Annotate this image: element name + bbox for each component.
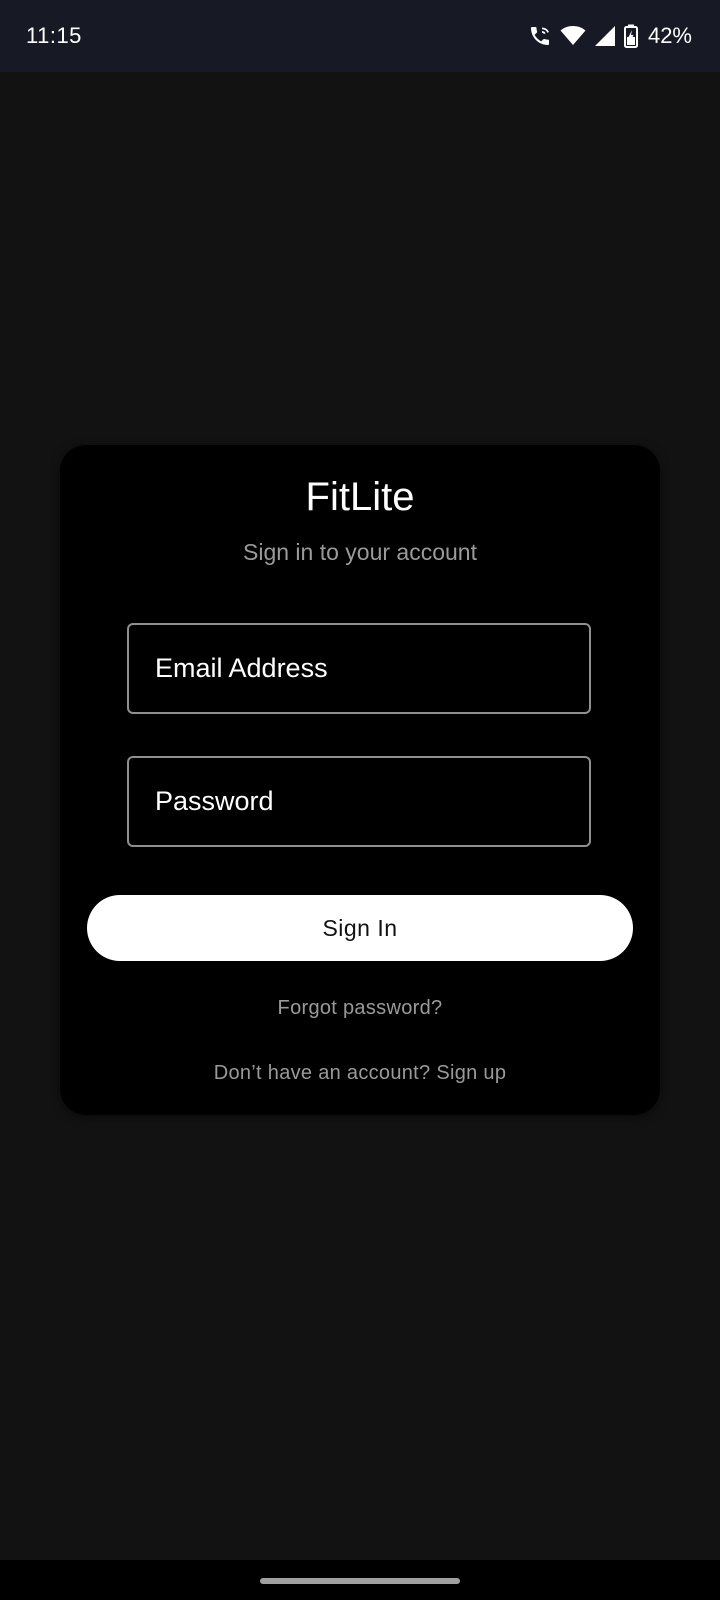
status-icons: 42% [528, 23, 692, 49]
wifi-icon [560, 24, 586, 48]
forgot-password-link[interactable]: Forgot password? [60, 997, 660, 1020]
sign-up-link[interactable]: Sign up [436, 1062, 506, 1084]
login-card: FitLite Sign in to your account Sign In … [60, 445, 660, 1115]
sign-in-button[interactable]: Sign In [87, 895, 633, 961]
no-account-text: Don’t have an account? [213, 1062, 431, 1084]
password-input[interactable] [155, 786, 589, 817]
status-time: 11:15 [26, 23, 82, 48]
battery-charging-icon [623, 24, 638, 48]
email-field[interactable] [127, 623, 591, 714]
status-bar: 11:15 42% [0, 0, 720, 72]
password-field[interactable] [127, 756, 591, 847]
signup-prompt: Don’t have an account? Sign up [60, 1062, 660, 1085]
home-indicator[interactable] [260, 1578, 460, 1584]
cellular-signal-icon [594, 25, 616, 47]
login-subtitle: Sign in to your account [243, 539, 477, 565]
battery-percentage: 42% [647, 23, 692, 48]
app-title: FitLite [305, 475, 415, 519]
navigation-bar [0, 1560, 720, 1600]
wifi-calling-icon [528, 24, 552, 48]
email-input[interactable] [155, 653, 589, 684]
